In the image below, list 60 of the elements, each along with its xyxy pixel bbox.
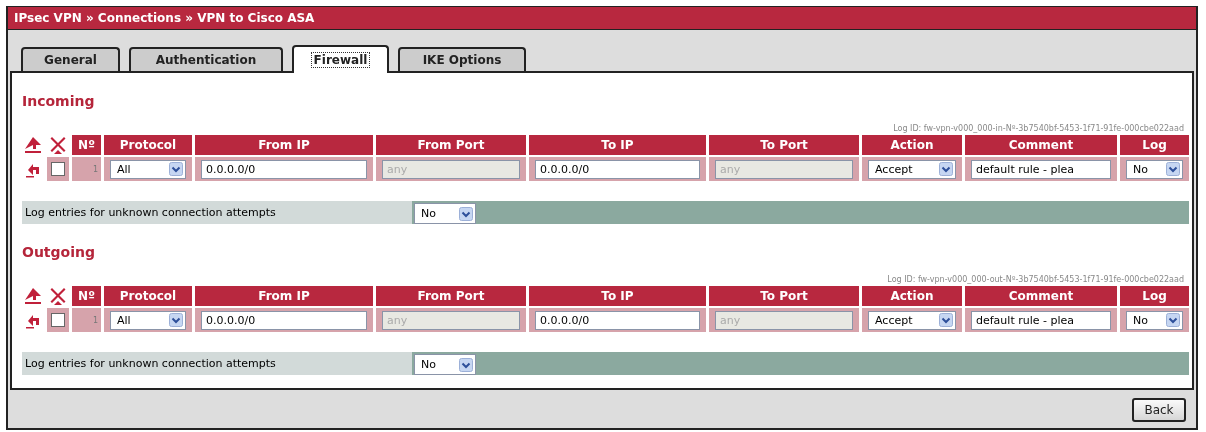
column-header: Log xyxy=(1120,286,1189,306)
back-button[interactable]: Back xyxy=(1132,398,1186,422)
chevron-icon xyxy=(459,357,473,372)
column-header: To Port xyxy=(709,135,859,155)
text-field[interactable]: 0.0.0.0/0 xyxy=(201,159,367,179)
column-header: From Port xyxy=(376,135,526,155)
column-header: Comment xyxy=(965,135,1117,155)
chevron-icon xyxy=(939,162,953,176)
title-bar: IPsec VPN » Connections » VPN to Cisco ASA xyxy=(8,6,1196,30)
text-field[interactable]: 0.0.0.0/0 xyxy=(535,310,700,330)
dropdown[interactable]: All xyxy=(110,310,186,330)
dropdown[interactable]: No xyxy=(1126,310,1183,330)
column-header: Nº xyxy=(72,135,101,155)
dropdown[interactable]: No xyxy=(414,354,476,375)
log-id: Log ID: fw-vpn-v000_000-in-Nº-3b7540bf-5453-1f71-91fe-000cbe022aad xyxy=(893,124,1184,133)
chevron-icon xyxy=(169,162,183,176)
dropdown[interactable]: All xyxy=(110,159,186,179)
chevron-icon xyxy=(1166,313,1180,327)
column-header: Action xyxy=(862,135,962,155)
section-title: Outgoing xyxy=(22,244,95,260)
row-number: 1 xyxy=(92,164,98,174)
column-header: From IP xyxy=(195,135,373,155)
column-header: Nº xyxy=(72,286,101,306)
tab[interactable]: General xyxy=(21,47,120,71)
column-header: Protocol xyxy=(104,135,192,155)
delete-icon[interactable] xyxy=(50,136,66,154)
log-id: Log ID: fw-vpn-v000_000-out-Nº-3b7540bf-5453-1f71-91fe-000cbe022aad xyxy=(887,275,1184,284)
column-header: Comment xyxy=(965,286,1117,306)
tab[interactable]: IKE Options xyxy=(398,47,526,71)
checkbox[interactable] xyxy=(51,162,65,176)
log-label: Log entries for unknown connection attempts xyxy=(25,206,276,219)
text-field[interactable]: 0.0.0.0/0 xyxy=(535,159,700,179)
column-header: To Port xyxy=(709,286,859,306)
dropdown[interactable]: No xyxy=(1126,159,1183,179)
section-title: Incoming xyxy=(22,93,95,109)
dropdown[interactable]: No xyxy=(414,203,476,224)
text-field[interactable]: default rule - plea xyxy=(971,159,1111,179)
column-header: To IP xyxy=(529,286,706,306)
dropdown[interactable]: Accept xyxy=(868,159,956,179)
delete-icon[interactable] xyxy=(50,287,66,305)
text-field[interactable]: 0.0.0.0/0 xyxy=(201,310,367,330)
dropdown[interactable]: Accept xyxy=(868,310,956,330)
text-field[interactable]: default rule - plea xyxy=(971,310,1111,330)
column-header: Protocol xyxy=(104,286,192,306)
row-number: 1 xyxy=(92,315,98,325)
chevron-icon xyxy=(459,206,473,221)
column-header: Action xyxy=(862,286,962,306)
column-header: To IP xyxy=(529,135,706,155)
checkbox[interactable] xyxy=(51,313,65,327)
tab[interactable]: Firewall xyxy=(292,45,389,73)
log-label: Log entries for unknown connection attempts xyxy=(25,357,276,370)
column-header: From IP xyxy=(195,286,373,306)
insert-arrow-icon[interactable] xyxy=(24,287,42,305)
chevron-icon xyxy=(939,313,953,327)
chevron-icon xyxy=(1166,162,1180,176)
insert-arrow-icon[interactable] xyxy=(24,136,42,154)
tab[interactable]: Authentication xyxy=(129,47,283,71)
column-header: From Port xyxy=(376,286,526,306)
column-header: Log xyxy=(1120,135,1189,155)
chevron-icon xyxy=(169,313,183,327)
